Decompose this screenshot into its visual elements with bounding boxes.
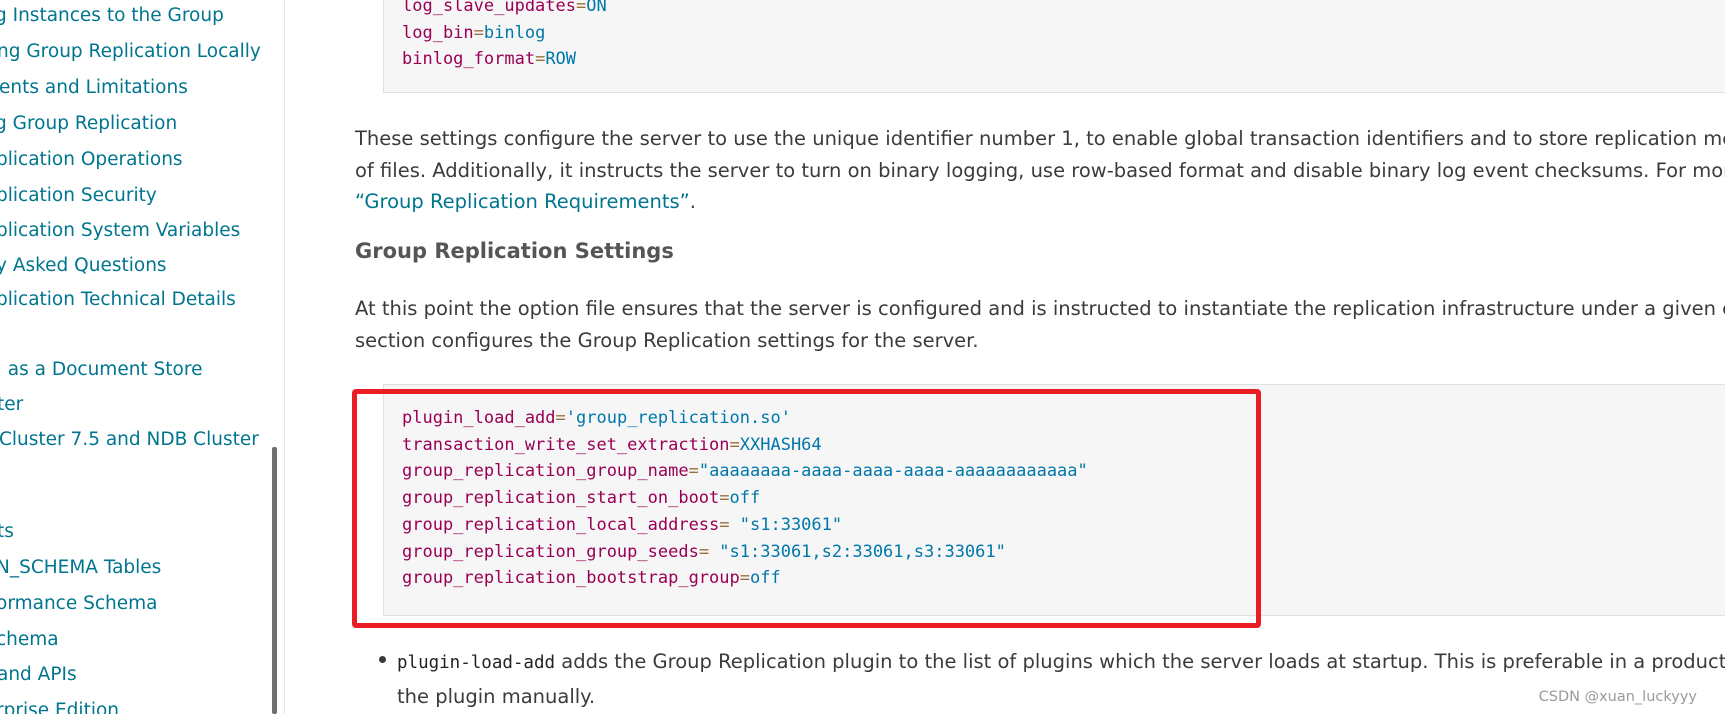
sidebar-link[interactable]: ormance Schema	[0, 592, 158, 616]
watermark: CSDN @xuan_luckyyy	[1538, 689, 1697, 705]
code-line: group_replication_start_on_boot=off	[402, 488, 761, 508]
code-line: group_replication_group_name="aaaaaaaa-a…	[402, 461, 1088, 481]
code-block-group-replication: plugin_load_add='group_replication.so' t…	[383, 384, 1725, 616]
code-block-config: log_slave_updates=ON log_bin=binlog binl…	[383, 0, 1725, 93]
sidebar-link[interactable]: rprise Edition	[0, 699, 119, 714]
sidebar-link[interactable]: g Instances to the Group	[0, 4, 224, 28]
bullet-plugin-load-add: plugin-load-add adds the Group Replicati…	[397, 650, 1725, 708]
code-line: group_replication_local_address= "s1:330…	[402, 515, 843, 535]
sidebar-link[interactable]: Cluster 7.5 and NDB Cluster	[0, 428, 259, 452]
sidebar-link[interactable]: plication System Variables	[0, 219, 240, 243]
code-line: log_slave_updates=ON	[402, 0, 607, 16]
sidebar-link[interactable]: . as a Document Store	[0, 358, 202, 382]
sidebar-scrollbar[interactable]	[272, 447, 277, 714]
code-line: plugin_load_add='group_replication.so'	[402, 408, 791, 428]
sidebar-link[interactable]: ng Group Replication Locally	[0, 40, 261, 64]
code-line: binlog_format=ROW	[402, 49, 577, 69]
sidebar-link[interactable]: plication Operations	[0, 148, 183, 172]
code-line: transaction_write_set_extraction=XXHASH6…	[402, 435, 822, 455]
main-content: log_slave_updates=ON log_bin=binlog binl…	[284, 0, 1725, 714]
inline-code: plugin-load-add	[397, 653, 556, 673]
sidebar-link[interactable]: and APIs	[0, 663, 77, 687]
sidebar-link[interactable]: plication Security	[0, 184, 157, 208]
sidebar-link[interactable]: N_SCHEMA Tables	[0, 556, 161, 580]
sidebar-link[interactable]: ter	[0, 393, 23, 417]
sidebar-link[interactable]: chema	[0, 628, 59, 652]
code-line: group_replication_group_seeds= "s1:33061…	[402, 542, 1006, 562]
sidebar-link[interactable]: g Group Replication	[0, 112, 177, 136]
bullet-dot	[379, 656, 386, 663]
sidebar-link[interactable]: plication Technical Details	[0, 288, 236, 312]
sidebar-link[interactable]: ts	[0, 520, 14, 544]
docs-sidebar: g Instances to the Group ng Group Replic…	[0, 0, 285, 714]
requirements-link[interactable]: “Group Replication Requirements”	[355, 190, 690, 213]
paragraph-settings-explanation: These settings configure the server to u…	[355, 127, 1725, 213]
sidebar-link[interactable]: y Asked Questions	[0, 254, 167, 278]
paragraph-option-file: At this point the option file ensures th…	[355, 297, 1725, 352]
code-line: group_replication_bootstrap_group=off	[402, 568, 781, 588]
code-line: log_bin=binlog	[402, 23, 546, 43]
section-heading: Group Replication Settings	[355, 239, 674, 263]
sidebar-link[interactable]: ents and Limitations	[0, 76, 188, 100]
